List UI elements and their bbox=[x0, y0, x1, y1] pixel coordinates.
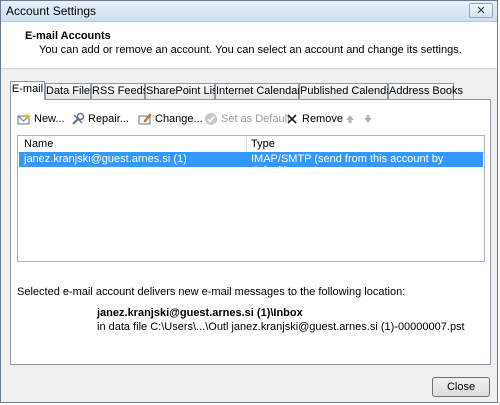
header-title: E-mail Accounts bbox=[25, 30, 111, 42]
set-as-default-label: Set as Default bbox=[221, 113, 291, 125]
tab-published-calendars[interactable]: Published Calendars bbox=[299, 83, 402, 99]
repair-button[interactable]: Repair... bbox=[71, 110, 129, 128]
new-account-button[interactable]: New... bbox=[17, 110, 65, 128]
arrow-down-icon bbox=[361, 112, 375, 126]
change-label: Change... bbox=[155, 113, 203, 125]
tab-email[interactable]: E-mail bbox=[10, 81, 45, 100]
new-account-label: New... bbox=[34, 113, 65, 125]
tab-internet-calendars[interactable]: Internet Calendars bbox=[215, 83, 307, 99]
tab-data-files[interactable]: Data Files bbox=[45, 83, 96, 99]
column-divider[interactable] bbox=[246, 136, 247, 152]
close-button[interactable]: Close bbox=[432, 377, 490, 397]
delivery-data-file: in data file C:\Users\...\Outl janez.kra… bbox=[97, 321, 465, 333]
window-title: Account Settings bbox=[6, 4, 97, 18]
list-header: Name Type bbox=[18, 136, 484, 153]
tab-rss-feeds[interactable]: RSS Feeds bbox=[91, 83, 148, 99]
delivery-location-label: Selected e-mail account delivers new e-m… bbox=[17, 286, 406, 298]
move-up-button[interactable] bbox=[343, 110, 357, 128]
column-header-type[interactable]: Type bbox=[251, 138, 275, 150]
account-row[interactable]: janez.kranjski@guest.arnes.si (1) IMAP/S… bbox=[19, 152, 483, 177]
tab-sharepoint-lists[interactable]: SharePoint Lists bbox=[145, 83, 226, 99]
checkmark-icon bbox=[204, 112, 218, 126]
column-header-name[interactable]: Name bbox=[24, 138, 53, 150]
change-icon bbox=[138, 112, 152, 126]
arrow-up-icon bbox=[343, 112, 357, 126]
change-button[interactable]: Change... bbox=[138, 110, 203, 128]
remove-x-icon bbox=[285, 112, 299, 126]
remove-label: Remove bbox=[302, 113, 343, 125]
tab-address-books[interactable]: Address Books bbox=[388, 83, 463, 99]
remove-button[interactable]: Remove bbox=[285, 110, 343, 128]
account-name: janez.kranjski@guest.arnes.si (1) bbox=[24, 153, 187, 165]
move-down-button[interactable] bbox=[361, 110, 375, 128]
new-account-icon bbox=[17, 112, 31, 126]
delivery-mailbox: janez.kranjski@guest.arnes.si (1)\Inbox bbox=[97, 307, 303, 319]
email-tab-panel: New... Repair... Change... Set as Defaul… bbox=[10, 99, 491, 365]
dialog-header: E-mail Accounts You can add or remove an… bbox=[1, 22, 497, 69]
set-as-default-button[interactable]: Set as Default bbox=[204, 110, 290, 128]
account-type: IMAP/SMTP (send from this account by def… bbox=[251, 153, 444, 177]
repair-label: Repair... bbox=[88, 113, 129, 125]
window-close-icon[interactable]: ✕ bbox=[469, 3, 493, 18]
header-subtitle: You can add or remove an account. You ca… bbox=[39, 44, 462, 56]
title-bar[interactable]: Account Settings ✕ bbox=[1, 1, 497, 22]
repair-icon bbox=[71, 112, 85, 126]
accounts-list[interactable]: Name Type janez.kranjski@guest.arnes.si … bbox=[17, 135, 485, 262]
account-settings-window: Account Settings ✕ E-mail Accounts You c… bbox=[0, 0, 498, 403]
